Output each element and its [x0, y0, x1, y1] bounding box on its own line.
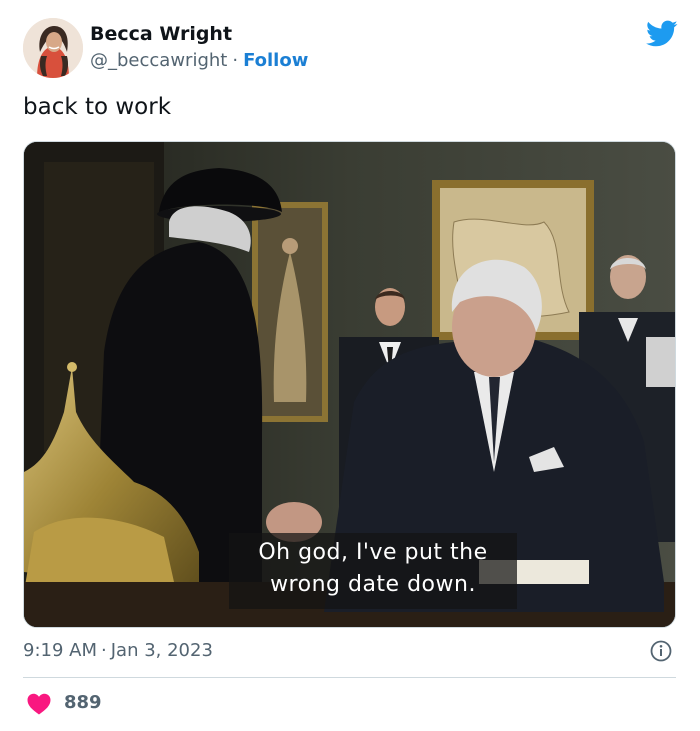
twitter-bird-icon[interactable]: [646, 20, 678, 48]
heart-icon: [27, 693, 51, 715]
tweet-card: Becca Wright @_beccawright · Follow back t…: [0, 0, 700, 731]
timestamp-separator: ·: [101, 640, 107, 661]
handle-separator: ·: [232, 50, 239, 71]
author-handle[interactable]: @_beccawright: [90, 50, 227, 71]
follow-button[interactable]: Follow: [243, 50, 308, 71]
like-count: 889: [64, 692, 102, 713]
tweet-timestamp[interactable]: 9:19 AM · Jan 3, 2023: [23, 640, 213, 661]
divider: [23, 677, 676, 678]
tweet-text: back to work: [23, 94, 172, 120]
info-icon[interactable]: [650, 640, 672, 662]
avatar[interactable]: [23, 18, 83, 78]
tweet-header: Becca Wright @_beccawright · Follow: [23, 18, 678, 80]
tweet-media-image[interactable]: Oh god, I've put the wrong date down.: [23, 141, 676, 628]
author-name[interactable]: Becca Wright: [90, 23, 232, 45]
media-caption-line-2: wrong date down.: [270, 572, 476, 597]
tweet-time: 9:19 AM: [23, 640, 97, 661]
author-handle-row: @_beccawright · Follow: [90, 50, 308, 71]
media-caption: Oh god, I've put the wrong date down.: [229, 533, 517, 609]
tweet-date: Jan 3, 2023: [110, 640, 213, 661]
media-caption-line-1: Oh god, I've put the: [258, 540, 488, 565]
